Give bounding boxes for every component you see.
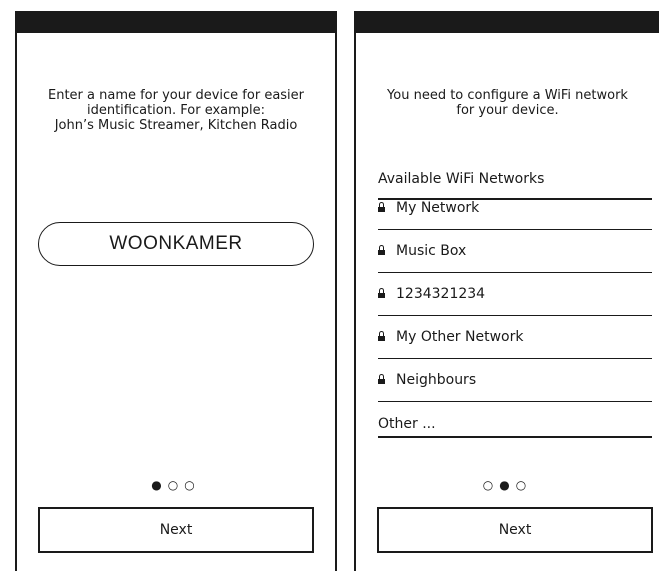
page-dot: ○ xyxy=(167,478,185,492)
wifi-network-list[interactable]: My Network Music Box 1234321234 My Other… xyxy=(378,198,652,438)
instruction-line: John’s Music Streamer, Kitchen Radio xyxy=(54,118,298,133)
instruction-line: identification. For example: xyxy=(86,103,266,118)
wifi-network-name: Other ... xyxy=(378,415,436,432)
next-button[interactable]: Next xyxy=(377,507,653,553)
wifi-network-item[interactable]: My Other Network xyxy=(378,316,652,359)
device-name-screen: Enter a name for your device for easier … xyxy=(15,11,337,571)
wifi-network-item[interactable]: 1234321234 xyxy=(378,273,652,316)
wifi-network-item[interactable]: Neighbours xyxy=(378,359,652,402)
lock-icon xyxy=(378,245,385,255)
status-bar xyxy=(17,11,335,33)
lock-icon xyxy=(378,288,385,298)
instruction-line: You need to configure a WiFi network xyxy=(387,88,628,103)
instruction-line: Enter a name for your device for easier xyxy=(47,88,305,103)
device-name-input[interactable]: WOONKAMER xyxy=(38,222,314,266)
wifi-network-item-other[interactable]: Other ... xyxy=(378,402,652,436)
page-indicator: ○●○ xyxy=(356,478,659,492)
wifi-network-item[interactable]: My Network xyxy=(378,200,652,230)
wifi-network-name: My Network xyxy=(396,200,480,216)
lock-icon xyxy=(378,374,385,384)
page-indicator: ●○○ xyxy=(17,478,335,492)
page-dot: ○ xyxy=(184,478,201,492)
page-dot-active: ● xyxy=(499,478,516,492)
lock-icon xyxy=(378,202,385,212)
wifi-network-name: Neighbours xyxy=(396,372,477,388)
device-name-instructions: Enter a name for your device for easier … xyxy=(27,88,325,133)
wifi-instructions: You need to configure a WiFi network for… xyxy=(366,88,649,118)
page-dot-active: ● xyxy=(151,478,168,492)
wifi-setup-screen: You need to configure a WiFi network for… xyxy=(354,11,659,571)
page-dot: ○ xyxy=(515,478,533,492)
status-bar xyxy=(356,11,659,33)
wifi-network-name: My Other Network xyxy=(396,329,524,345)
instruction-line: for your device. xyxy=(456,103,559,118)
wifi-network-name: 1234321234 xyxy=(396,286,486,302)
wifi-networks-heading: Available WiFi Networks xyxy=(378,171,545,187)
wifi-network-name: Music Box xyxy=(396,243,467,259)
page-dot: ○ xyxy=(482,478,500,492)
next-button[interactable]: Next xyxy=(38,507,314,553)
wifi-network-item[interactable]: Music Box xyxy=(378,230,652,273)
lock-icon xyxy=(378,331,385,341)
